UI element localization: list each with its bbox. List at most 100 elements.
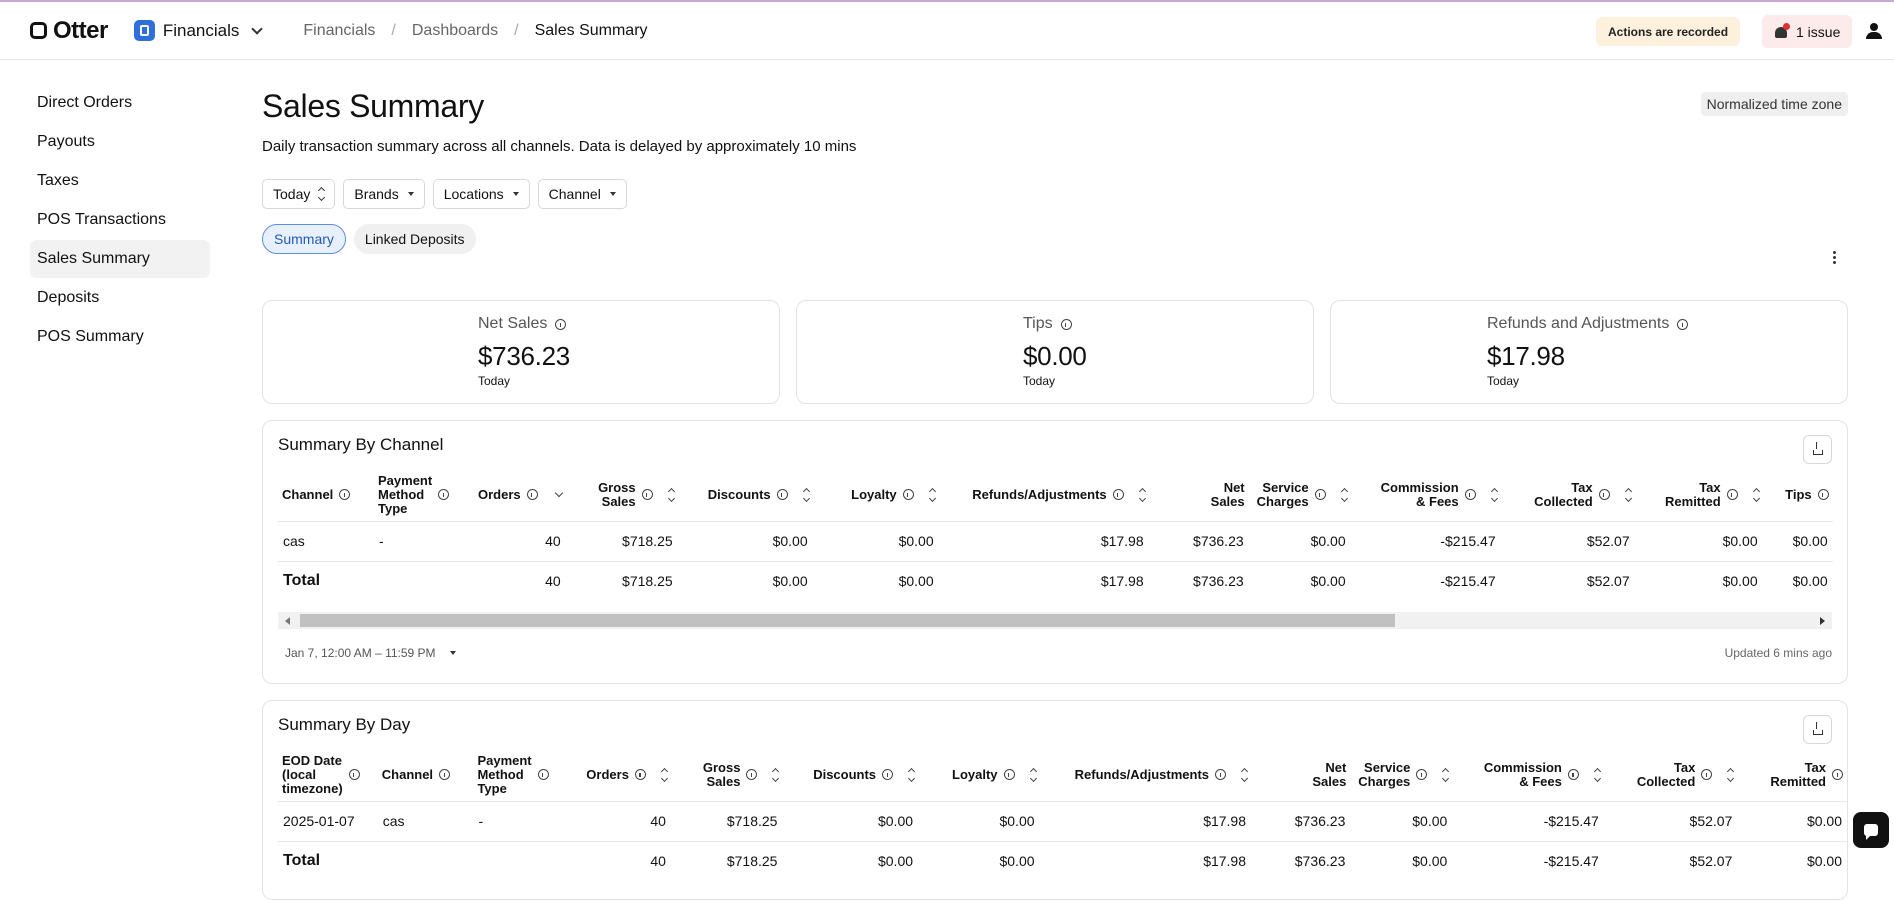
horizontal-scrollbar[interactable] bbox=[278, 612, 1832, 629]
sort-icon[interactable] bbox=[1138, 487, 1146, 502]
col-commission: Commission & Fees bbox=[1380, 479, 1459, 509]
sidebar-item-payouts[interactable]: Payouts bbox=[30, 123, 210, 161]
info-icon[interactable] bbox=[902, 489, 914, 501]
breadcrumb-financials[interactable]: Financials bbox=[303, 22, 375, 40]
more-options-icon[interactable] bbox=[1833, 251, 1836, 264]
table-row[interactable]: 2025-01-07 cas - 40 $718.25 $0.00 $0.00 … bbox=[278, 800, 1847, 841]
locations-filter[interactable]: Locations bbox=[432, 179, 530, 209]
info-icon[interactable] bbox=[1464, 489, 1476, 501]
breadcrumb-dashboards[interactable]: Dashboards bbox=[412, 22, 498, 40]
sort-icon[interactable] bbox=[1442, 767, 1450, 782]
date-filter-label: Today bbox=[273, 186, 311, 202]
sort-icon[interactable] bbox=[928, 487, 936, 502]
sort-icon[interactable] bbox=[660, 767, 668, 782]
app-switcher[interactable]: Financials bbox=[133, 20, 264, 41]
date-range-selector[interactable]: Jan 7, 12:00 AM – 11:59 PM bbox=[285, 646, 456, 660]
sort-icon[interactable] bbox=[1593, 767, 1601, 782]
financials-app-icon bbox=[133, 20, 155, 41]
info-icon[interactable] bbox=[1726, 489, 1738, 501]
tips-card: Tips $0.00 Today bbox=[796, 300, 1314, 404]
app-switcher-label: Financials bbox=[162, 20, 240, 40]
info-icon[interactable] bbox=[1567, 769, 1579, 781]
info-icon[interactable] bbox=[1314, 489, 1326, 501]
info-icon[interactable] bbox=[776, 489, 788, 501]
card-value: $736.23 bbox=[478, 341, 570, 371]
sidebar-item-taxes[interactable]: Taxes bbox=[30, 162, 210, 200]
info-icon[interactable] bbox=[339, 489, 351, 501]
download-button[interactable] bbox=[1803, 435, 1832, 464]
sidebar-item-pos-transactions[interactable]: POS Transactions bbox=[30, 201, 210, 239]
col-gross-sales: Gross Sales bbox=[702, 759, 741, 789]
download-icon bbox=[1812, 722, 1823, 735]
tab-summary[interactable]: Summary bbox=[262, 224, 346, 254]
info-icon[interactable] bbox=[1701, 769, 1713, 781]
sort-icon[interactable] bbox=[1624, 487, 1632, 502]
info-icon[interactable] bbox=[537, 769, 549, 781]
info-icon[interactable] bbox=[348, 769, 360, 781]
col-channel: Channel bbox=[381, 766, 434, 782]
sort-icon[interactable] bbox=[1490, 487, 1498, 502]
sort-icon[interactable] bbox=[1240, 767, 1249, 782]
info-icon[interactable] bbox=[1677, 318, 1689, 330]
info-icon[interactable] bbox=[641, 489, 653, 501]
info-icon[interactable] bbox=[1215, 769, 1227, 781]
sort-icon[interactable] bbox=[907, 767, 916, 782]
sidebar-item-deposits[interactable]: Deposits bbox=[30, 279, 210, 317]
breadcrumb-current: Sales Summary bbox=[534, 21, 648, 39]
sort-icon[interactable] bbox=[772, 767, 780, 782]
sort-desc-icon[interactable] bbox=[554, 488, 563, 497]
info-icon[interactable] bbox=[1598, 489, 1610, 501]
card-period: Today bbox=[1023, 374, 1056, 388]
col-channel: Channel bbox=[282, 486, 334, 502]
col-tips: Tips bbox=[1785, 486, 1812, 502]
channel-filter[interactable]: Channel bbox=[537, 179, 627, 209]
download-button[interactable] bbox=[1803, 715, 1832, 744]
brands-filter[interactable]: Brands bbox=[343, 179, 425, 209]
otter-logo[interactable]: Otter bbox=[30, 17, 108, 45]
sort-icon[interactable] bbox=[1727, 767, 1735, 782]
col-orders: Orders bbox=[586, 766, 629, 782]
col-service-charges: Service Charges bbox=[1358, 759, 1411, 789]
col-discounts: Discounts bbox=[813, 766, 877, 782]
sort-icon[interactable] bbox=[1340, 487, 1348, 502]
card-value: $0.00 bbox=[1023, 341, 1087, 371]
col-loyalty: Loyalty bbox=[952, 766, 998, 782]
sidebar-item-pos-summary[interactable]: POS Summary bbox=[30, 318, 210, 356]
summary-by-channel-panel: Summary By Channel Channel Payment Method… bbox=[262, 420, 1848, 684]
scrollbar-thumb[interactable] bbox=[300, 614, 1395, 627]
card-period: Today bbox=[1487, 374, 1520, 388]
info-icon[interactable] bbox=[1112, 489, 1124, 501]
panel-title: Summary By Channel bbox=[278, 435, 444, 454]
chat-button[interactable] bbox=[1853, 812, 1889, 848]
date-filter[interactable]: Today bbox=[262, 179, 336, 209]
info-icon[interactable] bbox=[1832, 769, 1843, 781]
info-icon[interactable] bbox=[882, 769, 894, 781]
info-icon[interactable] bbox=[1003, 769, 1015, 781]
sort-icon[interactable] bbox=[1029, 767, 1037, 782]
info-icon[interactable] bbox=[1817, 489, 1829, 501]
sort-icon[interactable] bbox=[1752, 487, 1760, 502]
info-icon[interactable] bbox=[634, 769, 646, 781]
sidebar-item-sales-summary[interactable]: Sales Summary bbox=[30, 240, 210, 278]
info-icon[interactable] bbox=[1060, 318, 1072, 330]
info-icon[interactable] bbox=[746, 769, 758, 781]
main-content: Sales Summary Normalized time zone Daily… bbox=[262, 60, 1848, 900]
tab-linked-deposits[interactable]: Linked Deposits bbox=[353, 224, 476, 254]
info-icon[interactable] bbox=[555, 318, 567, 330]
sort-icon[interactable] bbox=[667, 487, 675, 502]
metric-cards: Net Sales $736.23 Today Tips $0.00 Today… bbox=[262, 300, 1848, 404]
scroll-left-arrow[interactable] bbox=[285, 617, 290, 625]
issues-button[interactable]: 1 issue bbox=[1762, 15, 1853, 48]
updated-timestamp: Updated 6 mins ago bbox=[1724, 646, 1832, 660]
scroll-right-arrow[interactable] bbox=[1820, 617, 1825, 625]
actions-recorded-badge: Actions are recorded bbox=[1596, 17, 1741, 46]
col-eod-date: EOD Date (local timezone) bbox=[282, 752, 343, 796]
sidebar-item-direct-orders[interactable]: Direct Orders bbox=[30, 84, 210, 122]
info-icon[interactable] bbox=[1416, 769, 1428, 781]
user-icon[interactable] bbox=[1866, 23, 1882, 41]
sort-icon[interactable] bbox=[802, 487, 810, 502]
table-row[interactable]: cas - 40 $718.25 $0.00 $0.00 $17.98 $736… bbox=[278, 520, 1833, 561]
info-icon[interactable] bbox=[526, 489, 538, 501]
info-icon[interactable] bbox=[438, 489, 450, 501]
info-icon[interactable] bbox=[439, 769, 451, 781]
